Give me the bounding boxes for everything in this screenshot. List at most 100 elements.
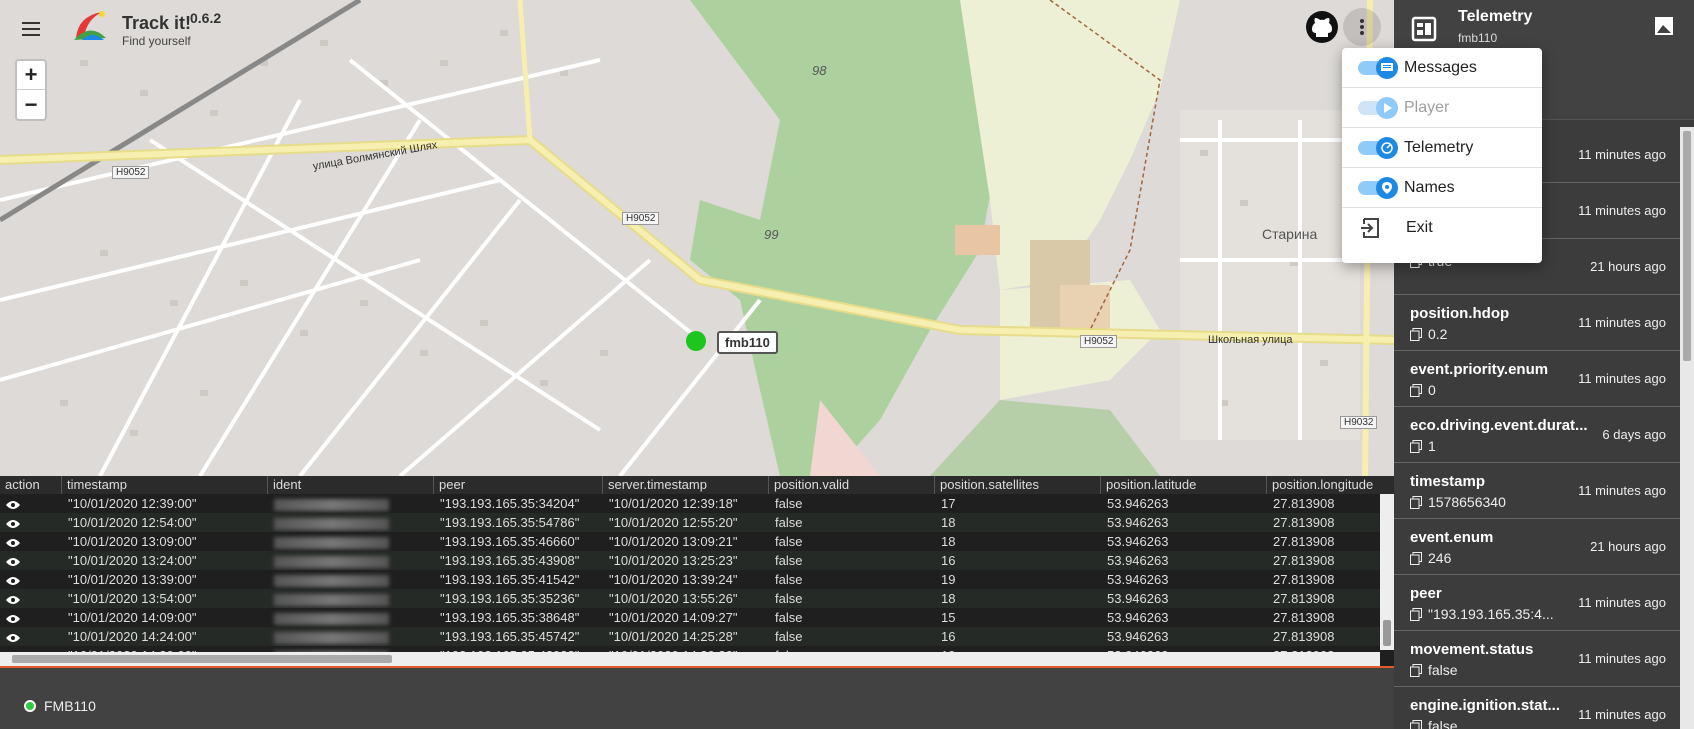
telemetry-param-name: eco.driving.event.durat... [1410,417,1588,434]
column-header[interactable]: position.valid [769,476,935,494]
messages-toggle[interactable] [1358,56,1398,79]
map-view[interactable]: Track it! 0.6.2 Find yourself + − H9052 … [0,0,1394,476]
table-row[interactable]: "10/01/2020 13:39:00" "193.193.165.35:415… [0,570,1394,589]
device-name[interactable]: FMB110 [44,698,96,714]
telemetry-param-value: 1578656340 [1428,494,1506,510]
github-icon [1306,11,1338,43]
drawer-scrollbar[interactable] [1680,127,1694,729]
telemetry-param-value: 0.2 [1428,326,1448,342]
view-message-button[interactable] [0,494,62,513]
telemetry-param-time: 11 minutes ago [1578,595,1666,610]
copy-icon[interactable] [1410,663,1422,677]
menu-item-names[interactable]: Names [1342,168,1542,208]
telemetry-item[interactable]: event.priority.enum 0 11 minutes ago [1394,351,1680,407]
device-marker[interactable] [686,331,706,351]
telemetry-param-time: 6 days ago [1602,427,1666,442]
table-cell: 18 [941,591,956,606]
column-header[interactable]: timestamp [62,476,268,494]
github-button[interactable] [1306,11,1338,43]
telemetry-param-time: 11 minutes ago [1578,651,1666,666]
hamburger-icon [22,22,40,36]
table-cell: "193.193.165.35:35236" [440,591,580,606]
view-message-button[interactable] [0,608,62,627]
menu-item-player[interactable]: Player [1342,88,1542,128]
telemetry-item[interactable]: timestamp 1578656340 11 minutes ago [1394,463,1680,519]
view-message-button[interactable] [0,513,62,532]
menu-item-exit[interactable]: Exit [1342,208,1542,248]
table-row[interactable]: "10/01/2020 13:54:00" "193.193.165.35:352… [0,589,1394,608]
table-vertical-scrollbar[interactable] [1380,494,1394,650]
table-cell: false [775,496,803,511]
device-marker-label[interactable]: fmb110 [717,331,778,354]
image-icon[interactable] [1654,16,1674,36]
table-row[interactable]: "10/01/2020 13:24:00" "193.193.165.35:439… [0,551,1394,570]
column-header[interactable]: position.satellites [935,476,1101,494]
telemetry-item[interactable]: position.hdop 0.2 11 minutes ago [1394,295,1680,351]
telemetry-toggle[interactable] [1358,136,1398,159]
more-menu-button[interactable] [1343,8,1381,46]
copy-icon[interactable] [1410,607,1422,621]
table-row[interactable]: "10/01/2020 14:09:00" "193.193.165.35:386… [0,608,1394,627]
view-message-button[interactable] [0,532,62,551]
copy-icon[interactable] [1410,327,1422,341]
table-cell: "10/01/2020 14:09:27" [609,610,738,625]
names-toggle[interactable] [1358,176,1398,199]
menu-item-messages[interactable]: Messages [1342,48,1542,88]
player-toggle[interactable] [1358,96,1398,119]
telemetry-item[interactable]: engine.ignition.stat... false 11 minutes a… [1394,687,1680,729]
table-cell: 27.813908 [1273,534,1335,549]
table-row[interactable]: "10/01/2020 13:09:00" "193.193.165.35:466… [0,532,1394,551]
ident-cell-redacted [268,608,434,627]
table-horizontal-scrollbar[interactable] [0,652,1380,666]
telemetry-param-value: 1 [1428,438,1436,454]
telemetry-param-time: 21 hours ago [1590,539,1666,554]
copy-icon[interactable] [1410,719,1422,729]
table-cell: "10/01/2020 13:54:00" [68,591,197,606]
zoom-out-button[interactable]: − [17,90,45,119]
drawer-subtitle: fmb110 [1458,31,1498,45]
app-root: Track it! 0.6.2 Find yourself + − H9052 … [0,0,1694,729]
column-header[interactable]: position.longitude [1267,476,1380,494]
table-row[interactable]: "10/01/2020 14:24:00" "193.193.165.35:457… [0,627,1394,646]
column-header[interactable]: position.latitude [1101,476,1267,494]
telemetry-param-time: 11 minutes ago [1578,483,1666,498]
telemetry-param-value: 246 [1428,550,1452,566]
view-message-button[interactable] [0,570,62,589]
view-message-button[interactable] [0,589,62,608]
column-header[interactable]: action [0,476,62,494]
table-row[interactable]: "10/01/2020 12:54:00" "193.193.165.35:547… [0,513,1394,532]
menu-item-label: Messages [1404,58,1477,76]
street-label: Школьная улица [1208,334,1293,346]
telemetry-param-name: event.enum [1410,529,1494,546]
telemetry-param-value: "193.193.165.35:4... [1428,606,1554,622]
menu-toggle-button[interactable] [14,12,48,46]
copy-icon[interactable] [1410,495,1422,509]
view-message-button[interactable] [0,551,62,570]
column-header[interactable]: ident [268,476,434,494]
table-cell: 27.813908 [1273,629,1335,644]
telemetry-param-time: 11 minutes ago [1578,707,1666,722]
road-label: H9052 [112,166,150,179]
telemetry-item[interactable]: event.enum 246 21 hours ago [1394,519,1680,575]
telemetry-item[interactable]: eco.driving.event.durat... 1 6 days ago [1394,407,1680,463]
road-label: H9052 [1080,335,1118,348]
telemetry-item[interactable]: peer "193.193.165.35:4... 11 minutes ago [1394,575,1680,631]
column-header[interactable]: peer [434,476,603,494]
map-tiles [0,0,1394,476]
table-cell: "10/01/2020 12:39:18" [609,496,738,511]
menu-item-telemetry[interactable]: Telemetry [1342,128,1542,168]
copy-icon[interactable] [1410,383,1422,397]
copy-icon[interactable] [1410,551,1422,565]
zoom-in-button[interactable]: + [17,61,45,90]
table-row[interactable]: "10/01/2020 12:39:00" "193.193.165.35:342… [0,494,1394,513]
table-cell: 17 [941,496,956,511]
column-header[interactable]: server.timestamp [603,476,769,494]
telemetry-item[interactable]: movement.status false 11 minutes ago [1394,631,1680,687]
table-cell: 27.813908 [1273,610,1335,625]
table-cell: 53.946263 [1107,629,1169,644]
ident-cell-redacted [268,551,434,570]
ident-cell-redacted [268,513,434,532]
ident-cell-redacted [268,627,434,646]
copy-icon[interactable] [1410,439,1422,453]
view-message-button[interactable] [0,627,62,646]
